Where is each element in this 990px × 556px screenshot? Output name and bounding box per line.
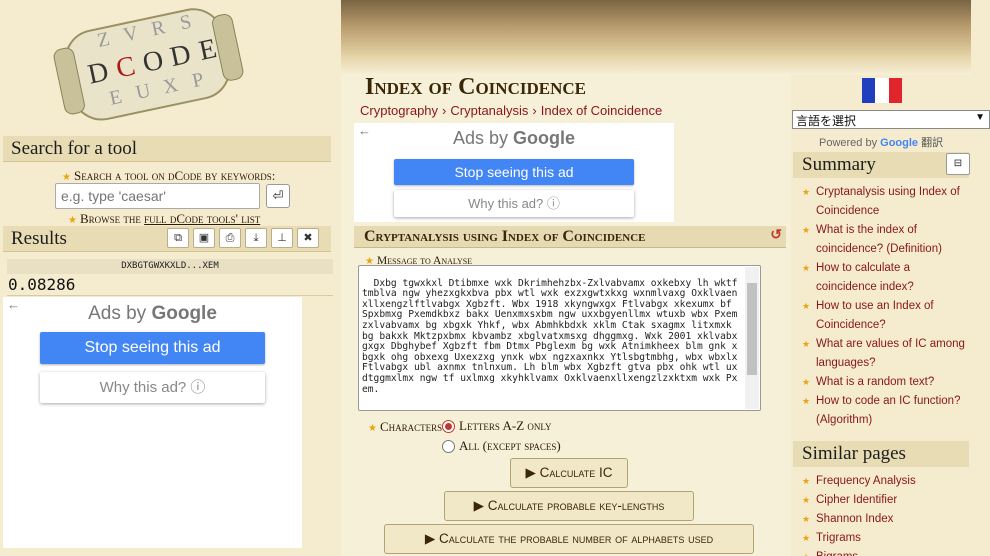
panel-title-text: Cryptanalysis using Index of Coincidence [364, 228, 646, 245]
summary-list: Cryptanalysis using Index of Coincidence… [800, 183, 972, 430]
chevron-down-icon: ▼ [975, 112, 985, 123]
play-icon: ▶ [424, 531, 436, 546]
ad-center: ← Ads by Google Stop seeing this ad Why … [354, 123, 674, 222]
similar-item[interactable]: Cipher Identifier [800, 491, 972, 510]
save-icon[interactable]: ▣ [193, 228, 215, 248]
calculate-alphabets-button[interactable]: ▶ Calculate the probable number of alpha… [384, 524, 754, 554]
message-text: Dxbg tgwxkxl Dtibmxe wxk Dkrimhehzbx-Zxl… [362, 277, 744, 395]
textarea-scrollbar[interactable] [745, 267, 759, 409]
scrollbar-thumb[interactable] [747, 283, 757, 375]
breadcrumb-sep: › [442, 103, 447, 118]
ads-by-google: Ads by Google [3, 303, 302, 325]
radio-checked[interactable] [442, 419, 455, 433]
stop-seeing-ad-button[interactable]: Stop seeing this ad [394, 159, 634, 185]
result-key: DXBGTGWXKXLD...XEM [7, 259, 333, 274]
close-icon[interactable]: ✖ [297, 228, 319, 248]
radio-all-chars[interactable]: All (except spaces) [442, 438, 561, 454]
why-this-ad-button[interactable]: Why this ad? ⓘ [40, 372, 265, 403]
ads-by-google: Ads by Google [354, 128, 674, 149]
google-logo-text: Google [880, 137, 919, 149]
breadcrumb: Cryptography › Cryptanalysis › Index of Coin… [360, 103, 662, 118]
language-select-value: 言語を選択 [796, 114, 857, 128]
summary-item[interactable]: Cryptanalysis using Index of Coincidence [800, 183, 972, 221]
result-divider [7, 295, 333, 296]
powered-by-google: Powered by Google 翻訳 [819, 134, 943, 150]
collapse-icon[interactable]: ⊟ [946, 153, 970, 175]
ads-by-text: Ads by [452, 128, 508, 148]
summary-item[interactable]: What is the index of coincidence? (Defin… [800, 221, 972, 259]
similar-item[interactable]: Shannon Index [800, 510, 972, 529]
calculate-keylength-label: Calculate probable key-lengths [487, 498, 665, 513]
download-icon[interactable]: ⤓ [245, 228, 267, 248]
breadcrumb-cryptanalysis[interactable]: Cryptanalysis [450, 103, 528, 118]
ad-left: ← Ads by Google Stop seeing this ad Why … [3, 297, 302, 548]
search-submit-button[interactable]: ⏎ [266, 184, 290, 208]
breadcrumb-ioc[interactable]: Index of Coincidence [541, 103, 662, 118]
radio-letters-only[interactable]: Letters A-Z only [442, 418, 551, 434]
characters-label-text: Characters [379, 419, 443, 434]
language-select[interactable]: 言語を選択 ▼ [792, 110, 990, 129]
enter-icon: ⏎ [272, 188, 284, 203]
search-label-text: Search a tool on dCode by keywords: [73, 168, 276, 183]
french-flag-icon[interactable] [862, 78, 902, 103]
radio-unchecked[interactable] [442, 439, 455, 453]
message-textarea[interactable]: Dxbg tgwxkxl Dtibmxe wxk Dkrimhehzbx-Zxl… [358, 265, 761, 411]
result-value: 0.08286 [8, 275, 76, 294]
google-text: Google [513, 128, 576, 148]
similar-item[interactable]: Frequency Analysis [800, 472, 972, 491]
google-text: Google [151, 303, 217, 324]
play-icon: ▶ [473, 498, 484, 513]
summary-item[interactable]: How to calculate a coincidence index? [800, 259, 972, 297]
radio-letters-label: Letters A-Z only [459, 418, 552, 433]
results-toolbar: ⧉ ▣ ⎙ ⤓ ⊥ ✖ [167, 228, 319, 248]
reset-icon[interactable]: ↺ [770, 227, 782, 244]
breadcrumb-sep: › [532, 103, 537, 118]
ads-by-text: Ads by [88, 303, 147, 324]
star-icon: ★ [368, 423, 377, 434]
search-input[interactable] [55, 183, 260, 209]
summary-item[interactable]: What are values of IC among languages? [800, 335, 972, 373]
calculate-ic-button[interactable]: ▶ Calculate IC [510, 458, 628, 488]
dcode-logo[interactable]: ZVRS EUXP D C O D E [40, 2, 250, 132]
breadcrumb-cryptography[interactable]: Cryptography [360, 103, 438, 118]
star-icon: ★ [68, 215, 77, 226]
copy-icon[interactable]: ⧉ [167, 228, 189, 248]
summary-item[interactable]: What is a random text? [800, 373, 972, 392]
star-icon: ★ [62, 172, 71, 183]
why-this-ad-button[interactable]: Why this ad? ⓘ [394, 190, 634, 217]
summary-item[interactable]: How to code an IC function? (Algorithm) [800, 392, 972, 430]
translate-link[interactable]: 翻訳 [921, 137, 943, 149]
summary-title: Summary [793, 152, 969, 178]
panel-title: Cryptanalysis using Index of Coincidence… [354, 226, 786, 248]
page-title: Index of Coincidence [365, 74, 586, 100]
similar-item[interactable]: Bigrams [800, 548, 972, 556]
calculate-ic-label: Calculate IC [539, 465, 613, 480]
print-icon[interactable]: ⎙ [219, 228, 241, 248]
pin-icon[interactable]: ⊥ [271, 228, 293, 248]
search-section-title: Search for a tool [3, 136, 331, 162]
similar-pages-title: Similar pages [793, 441, 969, 467]
parchment-header [341, 0, 971, 75]
browse-prefix: Browse the [79, 211, 145, 226]
search-row: ⏎ [55, 183, 290, 209]
characters-label: ★ Characters [368, 418, 442, 436]
play-icon: ▶ [525, 465, 536, 480]
calculate-alphabets-label: Calculate the probable number of alphabe… [439, 531, 714, 546]
similar-pages-list: Frequency Analysis Cipher Identifier Sha… [800, 472, 972, 556]
radio-all-label: All (except spaces) [459, 438, 561, 453]
powered-by-text: Powered by [819, 137, 878, 149]
summary-item[interactable]: How to use an Index of Coincidence? [800, 297, 972, 335]
browse-tools-link[interactable]: full dCode tools' list [144, 211, 260, 226]
calculate-keylength-button[interactable]: ▶ Calculate probable key-lengths [444, 491, 694, 521]
similar-item[interactable]: Trigrams [800, 529, 972, 548]
stop-seeing-ad-button[interactable]: Stop seeing this ad [40, 332, 265, 364]
